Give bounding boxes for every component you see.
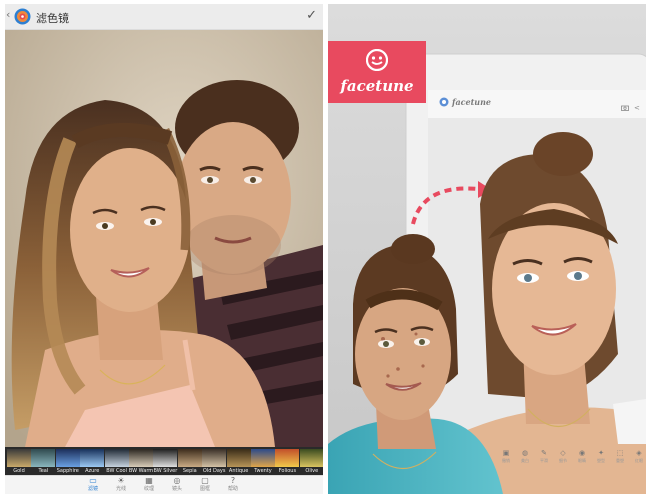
device-tool-label: 撤销 (502, 458, 510, 463)
device-tool-label: 细节 (559, 458, 567, 463)
title-bar: ‹ 滤色镜 ✓ (5, 4, 323, 30)
filter-thumbnail[interactable] (251, 449, 275, 467)
filter-label: BW Silver (153, 468, 178, 474)
device-tool-icon: ◍ (521, 449, 529, 457)
device-tool-icon: ⬚ (616, 449, 624, 457)
tool-filter[interactable]: ▭ 滤镜 (78, 476, 108, 493)
filter-icon: ▭ (89, 476, 97, 485)
filter-label: BW Cool (106, 468, 127, 474)
filter-label: Old Days (202, 468, 226, 474)
device-tool-label: 塑型 (597, 458, 605, 463)
facetune-logo-icon (366, 49, 388, 71)
filter-thumbnail[interactable] (31, 449, 56, 467)
filter-thumbnail[interactable] (129, 449, 153, 467)
facetune-brand-badge: facetune (328, 41, 426, 103)
filter-label: Folious (278, 468, 297, 474)
device-tool-icon: ◉ (578, 449, 586, 457)
device-tool-icon: ◇ (560, 449, 566, 457)
lens-icon: ◎ (173, 476, 181, 485)
filter-thumbnail[interactable] (80, 449, 105, 467)
device-tool-icon: ✎ (541, 449, 547, 457)
device-app-name: facetune (452, 97, 492, 107)
light-icon: ☀ (117, 476, 125, 485)
app-logo-icon (14, 8, 31, 25)
device-tool[interactable]: ✦ 塑型 (591, 449, 611, 464)
filter-label: Olive (305, 468, 319, 474)
filter-strip: Gold Teal Sapphire Azure BW Cool BW Warm BW Si… (5, 447, 323, 475)
tool-lens[interactable]: ◎ 镜头 (162, 476, 192, 493)
device-tool-label: 红眼 (635, 458, 643, 463)
device-app-logo-icon (439, 97, 449, 107)
filter-label: Gold (13, 468, 25, 474)
device-tool[interactable]: ◇ 细节 (553, 449, 573, 464)
filter-thumbnail[interactable] (55, 449, 80, 467)
filter-thumbnail[interactable] (104, 449, 129, 467)
filter-label: BW Warm (128, 468, 154, 474)
filter-thumbnail[interactable] (7, 449, 31, 467)
share-icon[interactable]: < (634, 104, 640, 112)
tool-label: 图框 (199, 486, 210, 492)
back-icon[interactable]: ‹ (6, 8, 10, 21)
filter-thumbnail[interactable] (275, 449, 300, 467)
device-tool-label: 重塑 (616, 458, 624, 463)
bottom-toolbar: ▭ 滤镜 ☀ 光线 ▦ 纹理 ◎ 镜头 ▢ 图框? 帮助 (5, 475, 323, 494)
filter-label: Azure (85, 468, 100, 474)
filter-label: Twenty (254, 468, 272, 474)
tool-help[interactable]: ? 帮助 (218, 476, 248, 493)
device-toolbar: ▣ 撤销 ◍ 美白 ✎ 平滑 ◇ 细节 ◉ 眼睛 ✦ 塑型 ⬚ 重塑 ◈ 红眼 (488, 449, 646, 469)
device-tool-label: 平滑 (540, 458, 548, 463)
filter-thumbnail[interactable] (299, 449, 323, 467)
device-tool[interactable]: ◉ 眼睛 (572, 449, 592, 464)
device-tool[interactable]: ◍ 美白 (515, 449, 535, 464)
device-tool[interactable]: ✎ 平滑 (534, 449, 554, 464)
filter-label: Antique (228, 468, 249, 474)
filter-thumbnail[interactable] (226, 449, 251, 467)
facetune-promo-panel: facetune facetune < ▣ 撤销 ◍ 美白 ✎ 平滑 ◇ 细节 ◉ 眼睛 ✦ 塑型 ⬚ 重… (328, 4, 646, 494)
couple-photo (5, 30, 323, 447)
filter-thumbnail[interactable] (153, 449, 178, 467)
photo-editor-panel: ‹ 滤色镜 ✓ Gold Teal Sapphire Azure BW Cool… (5, 4, 323, 494)
tool-label: 光线 (115, 486, 126, 492)
device-tool-icon: ▣ (502, 449, 510, 457)
frame-icon: ▢ (201, 476, 209, 485)
device-tool-icon: ◈ (636, 449, 642, 457)
device-tool[interactable]: ▣ 撤销 (496, 449, 516, 464)
screen-title: 滤色镜 (36, 12, 69, 25)
device-tool-label: 眼睛 (578, 458, 586, 463)
texture-icon: ▦ (145, 476, 153, 485)
tool-label: 镜头 (171, 486, 182, 492)
filter-thumbnail[interactable] (177, 449, 202, 467)
device-tool[interactable]: ◈ 红眼 (629, 449, 646, 464)
camera-icon[interactable] (621, 105, 629, 111)
filter-label: Sapphire (56, 468, 79, 474)
filter-label: Sepia (182, 468, 197, 474)
facetune-badge-text: facetune (340, 77, 414, 95)
device-tool[interactable]: ⬚ 重塑 (610, 449, 630, 464)
filter-label: Teal (38, 468, 49, 474)
help-icon: ? (230, 476, 236, 485)
tool-frame[interactable]: ▢ 图框 (190, 476, 220, 493)
tool-label: 滤镜 (87, 486, 98, 492)
filter-thumbnail[interactable] (202, 449, 227, 467)
tool-label: 帮助 (227, 486, 238, 492)
device-tool-label: 美白 (521, 458, 529, 463)
tool-texture[interactable]: ▦ 纹理 (134, 476, 164, 493)
confirm-icon[interactable]: ✓ (306, 8, 317, 23)
tool-light[interactable]: ☀ 光线 (106, 476, 136, 493)
device-tool-icon: ✦ (598, 449, 604, 457)
tool-label: 纹理 (143, 486, 154, 492)
